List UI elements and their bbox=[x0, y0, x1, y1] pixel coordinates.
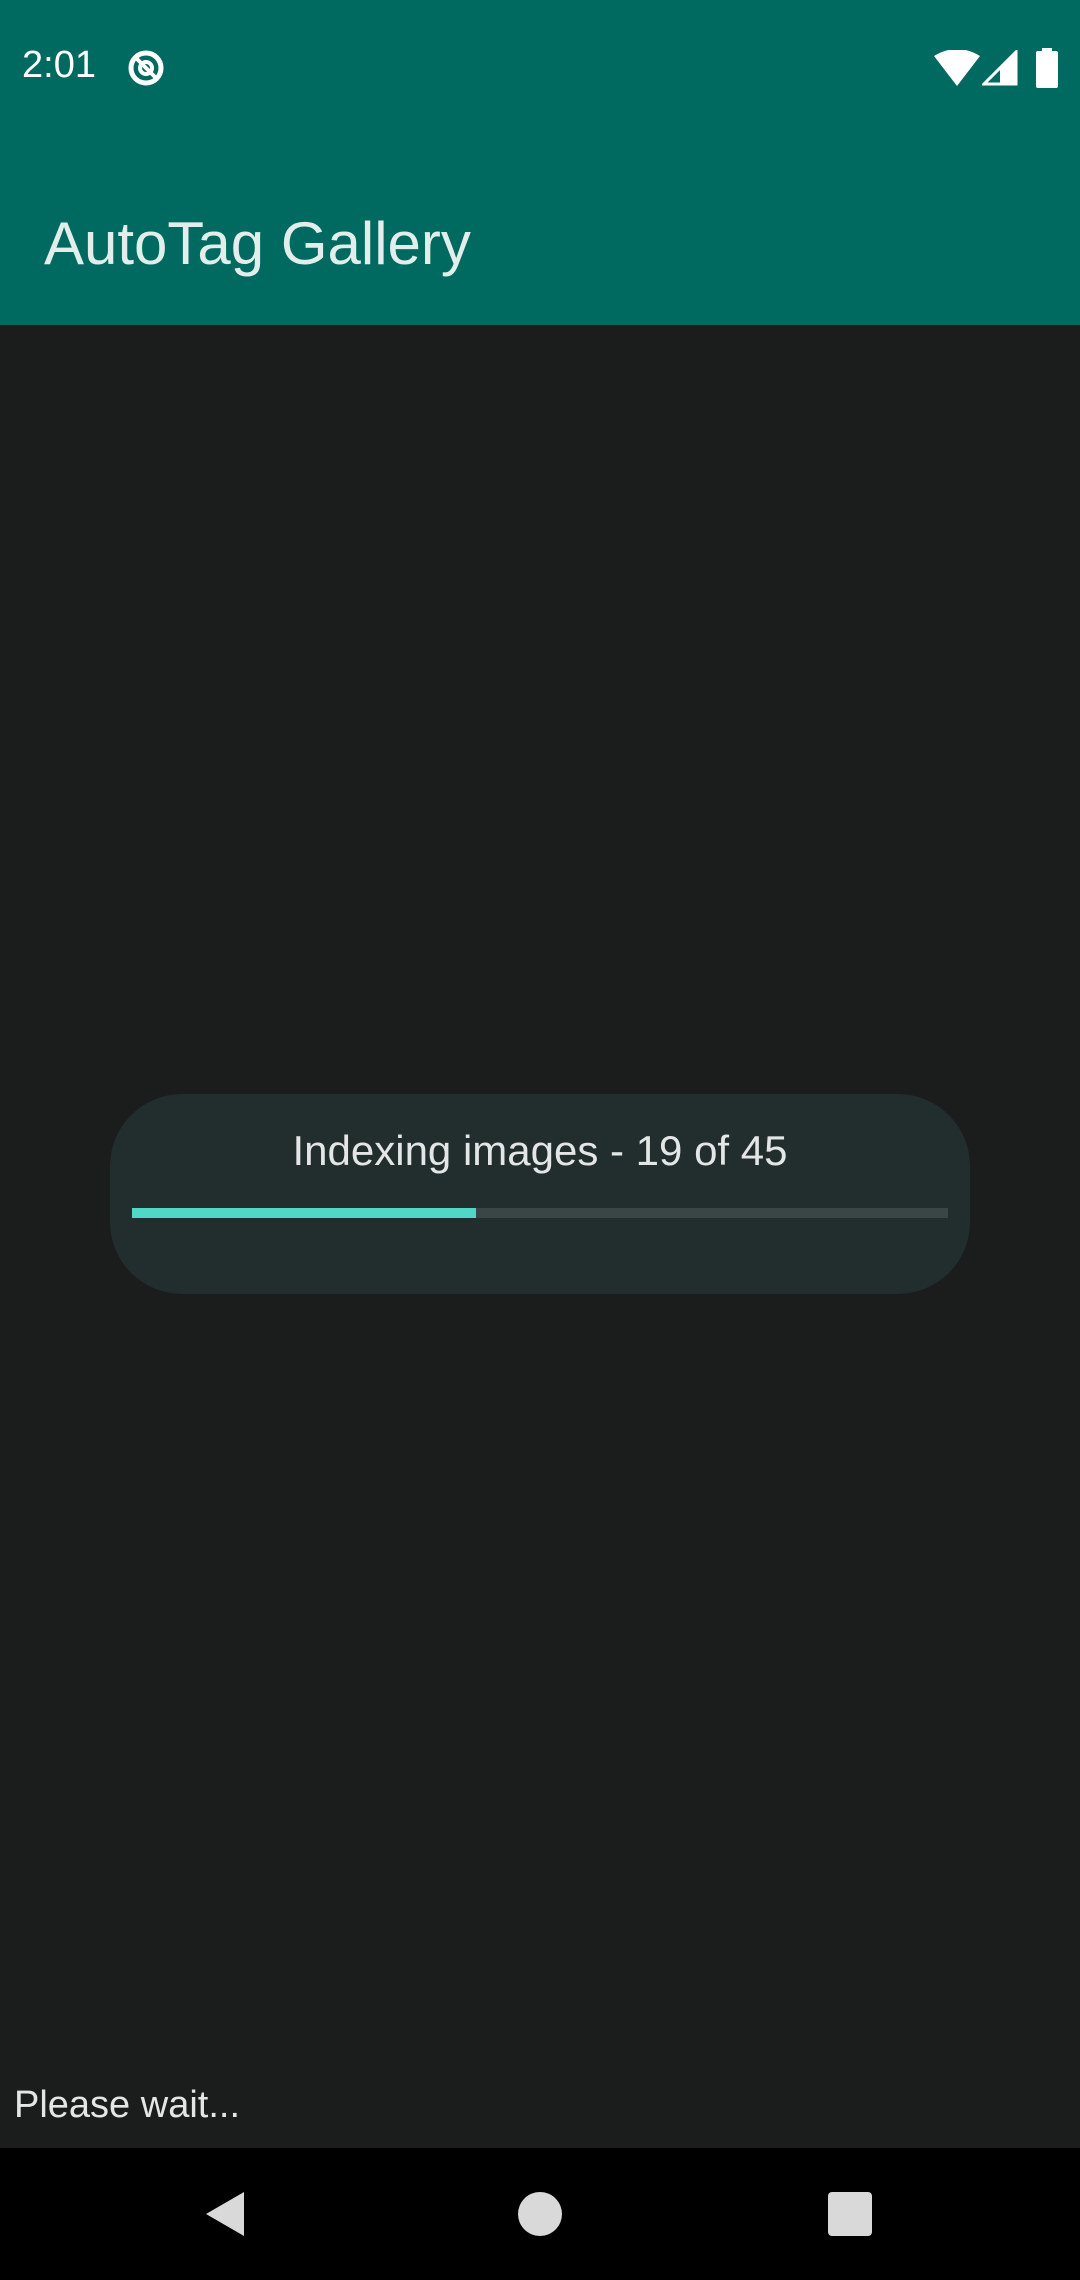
wifi-icon bbox=[934, 50, 980, 86]
recents-square-icon[interactable] bbox=[828, 2192, 872, 2236]
progress-bar-track bbox=[132, 1208, 948, 1218]
progress-bar-fill bbox=[132, 1208, 477, 1218]
status-bar: 2:01 bbox=[0, 0, 1080, 136]
navigation-bar bbox=[0, 2148, 1080, 2280]
status-time: 2:01 bbox=[22, 44, 96, 86]
back-triangle-icon[interactable] bbox=[204, 2190, 246, 2238]
status-message: Please wait... bbox=[14, 2084, 240, 2126]
cellular-signal-icon bbox=[982, 50, 1018, 86]
screen: 2:01 AutoTag Gallery Indexing images - 1… bbox=[0, 0, 1080, 2280]
app-title: AutoTag Gallery bbox=[44, 210, 471, 277]
battery-icon bbox=[1036, 48, 1058, 88]
at-sign-icon bbox=[128, 50, 164, 86]
progress-dialog: Indexing images - 19 of 45 bbox=[110, 1094, 970, 1294]
home-circle-icon[interactable] bbox=[518, 2192, 562, 2236]
app-bar: AutoTag Gallery bbox=[0, 136, 1080, 325]
progress-message: Indexing images - 19 of 45 bbox=[292, 1127, 788, 1174]
